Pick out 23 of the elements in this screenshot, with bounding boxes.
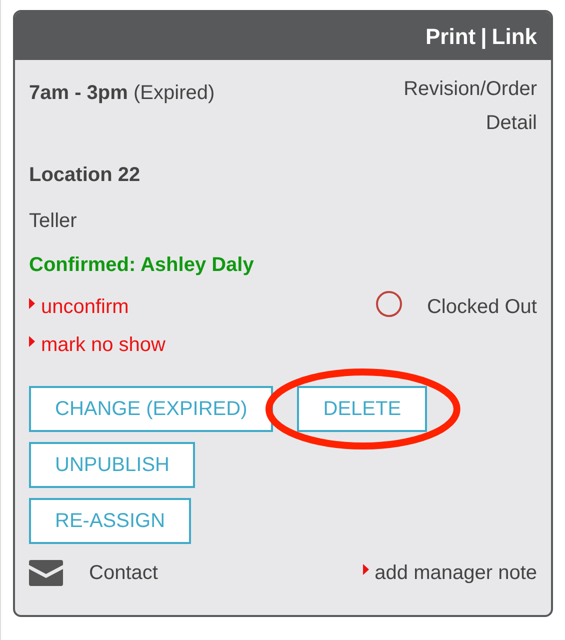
header-link[interactable]: Print bbox=[425, 20, 476, 52]
shift-status: (Expired) bbox=[134, 82, 215, 104]
separator: | bbox=[480, 22, 487, 51]
action-link[interactable]: unconfirm bbox=[29, 292, 166, 322]
location-name: Location 22 bbox=[29, 163, 142, 188]
action-button[interactable]: UNPUBLISH bbox=[29, 442, 196, 488]
header-link[interactable]: Link bbox=[492, 20, 537, 52]
action-button[interactable]: DELETE bbox=[297, 386, 428, 432]
circle-icon bbox=[374, 290, 403, 318]
caret-icon bbox=[362, 564, 369, 574]
action-button[interactable]: CHANGE (EXPIRED) bbox=[29, 386, 274, 432]
contact-link[interactable]: Contact bbox=[89, 558, 158, 588]
confirmed-text: Confirmed: Ashley Daly bbox=[29, 253, 255, 278]
detail-link[interactable]: Revision/Order Detail bbox=[347, 72, 537, 140]
envelope-icon bbox=[29, 560, 63, 586]
caret-icon bbox=[29, 336, 35, 346]
action-button[interactable]: RE-ASSIGN bbox=[29, 498, 192, 544]
action-link[interactable]: mark no show bbox=[29, 330, 166, 360]
clock-status: Clocked Out bbox=[426, 295, 537, 320]
caret-icon bbox=[29, 298, 35, 308]
manager-note-link[interactable]: add manager note bbox=[362, 558, 537, 588]
position-name: Teller bbox=[29, 209, 78, 234]
shift-time: 7am - 3pm bbox=[29, 82, 128, 104]
